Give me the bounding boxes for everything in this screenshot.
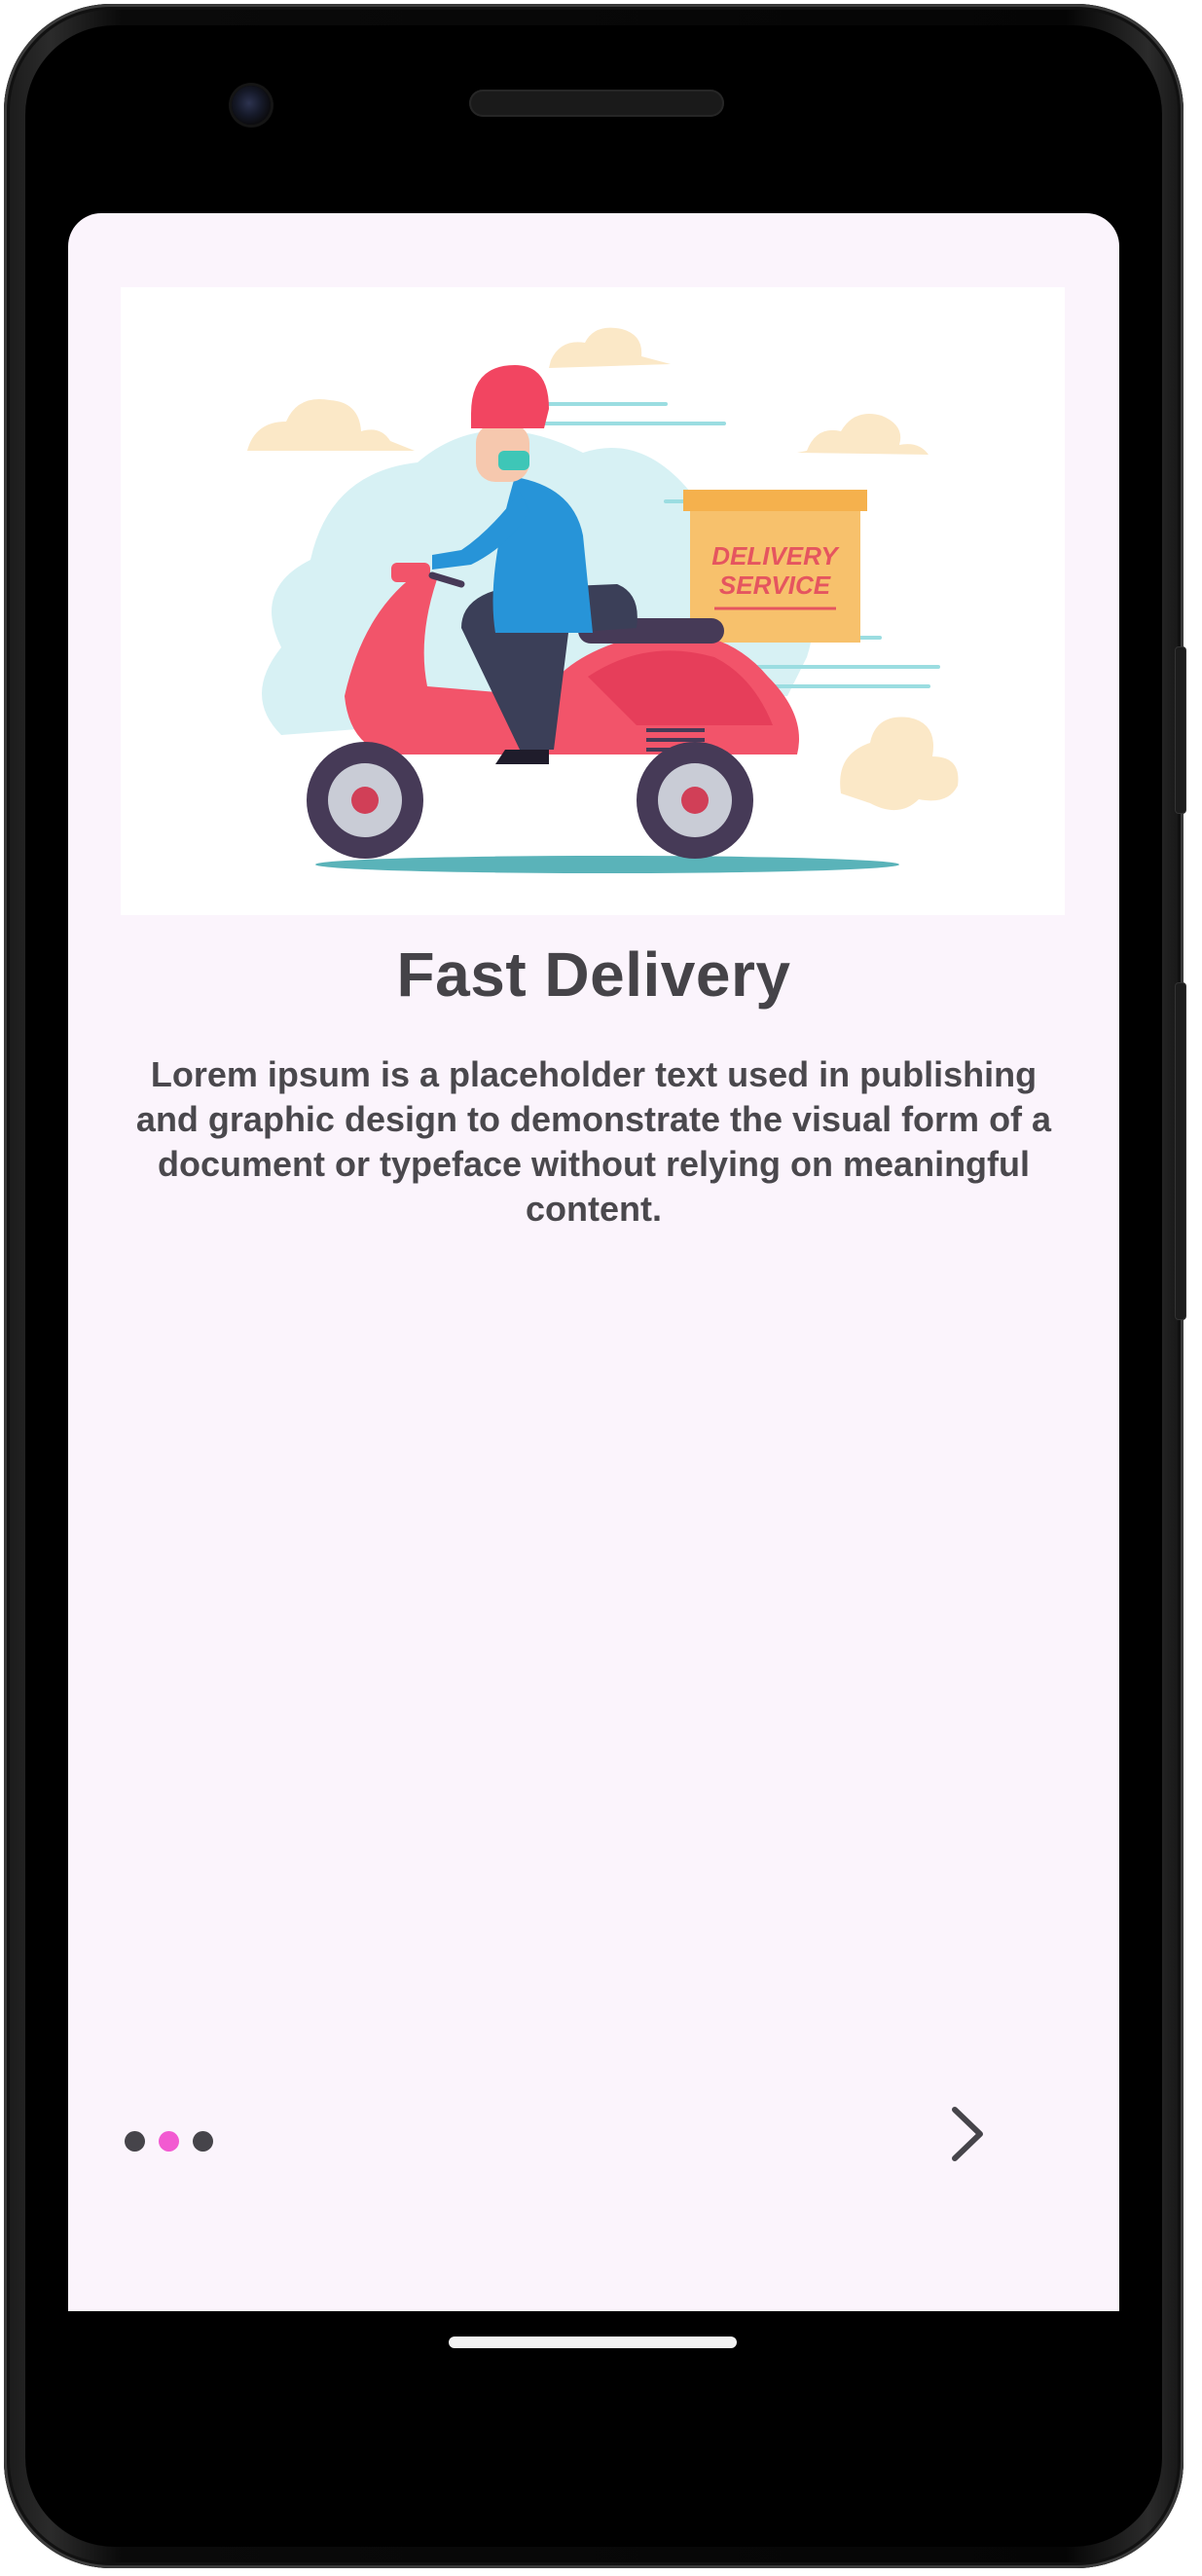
ground-shadow: [315, 856, 899, 873]
earpiece-speaker: [469, 90, 724, 117]
delivery-illustration: DELIVERY SERVICE: [121, 287, 1065, 915]
page-dot-active[interactable]: [159, 2130, 179, 2152]
front-camera: [232, 86, 271, 125]
power-button: [1175, 646, 1186, 814]
svg-text:SERVICE: SERVICE: [719, 570, 831, 600]
svg-text:DELIVERY: DELIVERY: [711, 541, 840, 570]
next-button[interactable]: [934, 2097, 1002, 2171]
page-description: Lorem ipsum is a placeholder text used i…: [135, 1054, 1052, 1229]
page-title: Fast Delivery: [396, 939, 791, 1010]
home-indicator[interactable]: [449, 2337, 737, 2348]
chevron-right-icon: [952, 2107, 983, 2161]
page-dot[interactable]: [193, 2130, 213, 2152]
onboarding-screen: DELIVERY SERVICE Fast Delivery Lorem ips…: [68, 213, 1119, 2311]
page-dot[interactable]: [125, 2130, 145, 2152]
volume-button: [1175, 982, 1186, 1320]
page-indicator: [125, 2130, 213, 2152]
